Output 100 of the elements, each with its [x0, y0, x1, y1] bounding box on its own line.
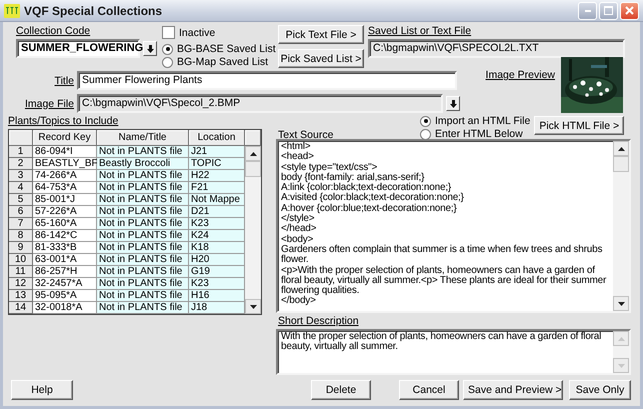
saved-list-field[interactable]: C:\bgmapwin\VQF\SPECOL2L.TXT	[368, 39, 625, 58]
table-cell: 86-094*I	[33, 146, 97, 158]
collection-code-label: Collection Code	[16, 25, 92, 37]
table-cell: K24	[189, 230, 245, 242]
column-header[interactable]: Location	[189, 130, 245, 146]
radio-button[interactable]	[420, 128, 431, 140]
checkbox[interactable]	[162, 26, 175, 39]
minimize-icon	[584, 10, 590, 12]
table-cell: J21	[189, 146, 245, 158]
table-cell: K23	[189, 218, 245, 230]
table-cell: D21	[189, 206, 245, 218]
row-header[interactable]: 13	[9, 290, 33, 302]
table-cell: 86-257*H	[33, 266, 97, 278]
table-cell: 86-142*C	[33, 230, 97, 242]
pick-button[interactable]: Pick Text File >	[278, 25, 364, 44]
table-cell: 85-001*J	[33, 194, 97, 206]
table-cell: BEASTLY_BF	[33, 158, 97, 170]
table-cell: Not in PLANTS file	[97, 230, 189, 242]
save-only-button[interactable]: Save Only	[569, 380, 631, 400]
app-icon	[4, 4, 20, 18]
minimize-button[interactable]	[578, 2, 597, 20]
table-cell: Not in PLANTS file	[97, 194, 189, 206]
title-label: Title	[54, 74, 74, 86]
text-source-label: Text Source	[278, 129, 334, 141]
table-cell: Not in PLANTS file	[97, 146, 189, 158]
radio-label: Enter HTML Below	[435, 128, 523, 140]
row-header[interactable]: 4	[9, 182, 33, 194]
table-cell: 57-226*A	[33, 206, 97, 218]
table-cell: TOPIC	[189, 158, 245, 170]
table-cell: H22	[189, 170, 245, 182]
row-header[interactable]: 10	[9, 254, 33, 266]
row-header[interactable]: 2	[9, 158, 33, 170]
pick-button[interactable]: Pick Saved List >	[278, 49, 364, 68]
help-button[interactable]: Help	[11, 380, 73, 400]
pick-html-button[interactable]: Pick HTML File >	[534, 116, 624, 135]
radio-button[interactable]	[420, 116, 431, 126]
radio-label: BG-Map Saved List	[177, 56, 268, 68]
collection-code-field[interactable]: SUMMER_FLOWERING	[16, 39, 140, 58]
arrow-up-icon	[250, 152, 256, 156]
table-cell: 74-266*A	[33, 170, 97, 182]
radio-button[interactable]	[162, 44, 173, 54]
arrow-down-icon	[450, 100, 456, 108]
table-cell: Not in PLANTS file	[97, 254, 189, 266]
table-cell: H20	[189, 254, 245, 266]
table-cell: 63-001*A	[33, 254, 97, 266]
table-cell: 81-333*B	[33, 242, 97, 254]
image-file-field[interactable]: C:\bgmapwin\VQF\Specol_2.BMP	[77, 94, 443, 113]
table-cell: Not in PLANTS file	[97, 242, 189, 254]
arrow-down-icon	[146, 44, 154, 52]
title-field[interactable]: Summer Flowering Plants	[77, 71, 457, 90]
scrollbar-thumb[interactable]	[245, 161, 261, 177]
table-cell: F21	[189, 182, 245, 194]
table-cell: 32-0018*A	[33, 302, 97, 314]
delete-button[interactable]: Delete	[311, 380, 371, 400]
table-cell: Not in PLANTS file	[97, 278, 189, 290]
arrow-down-icon	[250, 304, 256, 308]
cancel-button[interactable]: Cancel	[399, 380, 459, 400]
radio-label: Import an HTML File	[435, 115, 530, 127]
table-cell: 65-160*A	[33, 218, 97, 230]
plants-label: Plants/Topics to Include	[8, 115, 120, 127]
table-cell: G19	[189, 266, 245, 278]
close-button[interactable]	[620, 2, 639, 20]
scroll-up-button[interactable]	[245, 146, 261, 161]
table-cell: Not in PLANTS file	[97, 302, 189, 314]
row-header[interactable]: 7	[9, 218, 33, 230]
row-header[interactable]: 3	[9, 170, 33, 182]
dropdown-button[interactable]	[446, 96, 460, 111]
row-header[interactable]: 9	[9, 242, 33, 254]
maximize-button[interactable]	[599, 2, 618, 20]
table-cell: J18	[189, 302, 245, 314]
row-header[interactable]: 11	[9, 266, 33, 278]
saved-list-label: Saved List or Text File	[368, 25, 472, 37]
short-description-label: Short Description	[278, 315, 360, 327]
row-header[interactable]: 8	[9, 230, 33, 242]
table-cell: 32-2457*A	[33, 278, 97, 290]
table-cell: 95-095*A	[33, 290, 97, 302]
row-header[interactable]: 12	[9, 278, 33, 290]
radio-button[interactable]	[162, 56, 173, 68]
row-header[interactable]: 5	[9, 194, 33, 206]
table-cell: K23	[189, 278, 245, 290]
table-cell: Not in PLANTS file	[97, 170, 189, 182]
table-cell: Beastly Broccoli	[97, 158, 189, 170]
radio-label: BG-BASE Saved List	[177, 43, 276, 55]
column-header[interactable]: Name/Title	[97, 130, 189, 146]
save-and-preview-button[interactable]: Save and Preview >	[463, 380, 563, 400]
column-header[interactable]: Record Key	[33, 130, 97, 146]
dropdown-button[interactable]	[143, 41, 157, 56]
row-header[interactable]: 6	[9, 206, 33, 218]
table-cell: Not in PLANTS file	[97, 266, 189, 278]
row-header[interactable]: 14	[9, 302, 33, 314]
table-cell: Not in PLANTS file	[97, 218, 189, 230]
table-cell: Not in PLANTS file	[97, 290, 189, 302]
window-title: VQF Special Collections	[24, 4, 162, 18]
row-header[interactable]: 1	[9, 146, 33, 158]
table-cell: H16	[189, 290, 245, 302]
scroll-down-button[interactable]	[245, 299, 261, 314]
image-preview-label: Image Preview	[486, 69, 555, 81]
maximize-icon	[604, 6, 613, 15]
image-file-label: Image File	[24, 98, 74, 110]
table-cell: Not in PLANTS file	[97, 182, 189, 194]
